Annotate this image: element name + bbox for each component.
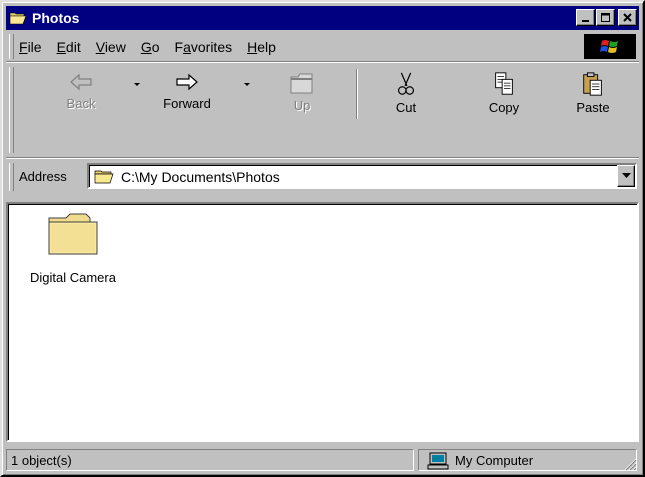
menu-label-post: elp <box>257 39 276 55</box>
menu-label-post: vorites <box>190 39 233 55</box>
toolbar-separator <box>356 69 358 119</box>
close-icon <box>622 12 632 22</box>
address-value: C:\My Documents\Photos <box>121 169 280 185</box>
copy-button[interactable]: Copy <box>480 71 528 115</box>
file-name: Digital Camera <box>30 270 116 285</box>
back-label: Back <box>66 96 96 111</box>
menu-label-post: ile <box>27 39 42 55</box>
standard-toolbar: Back Forward Up Cut Copy Paste <box>6 63 639 157</box>
menu-item[interactable]: Go <box>141 39 160 55</box>
menu-item[interactable]: Favorites <box>175 39 233 55</box>
folder-open-icon <box>9 11 27 25</box>
menu-access-key: F <box>19 39 28 55</box>
menu-access-key: V <box>95 39 105 55</box>
zone-label: My Computer <box>455 453 534 468</box>
maximize-button[interactable] <box>596 9 615 26</box>
folder-icon <box>48 213 98 255</box>
back-arrow-icon <box>70 73 92 91</box>
paste-label: Paste <box>576 100 610 115</box>
title-bar[interactable]: Photos <box>6 6 639 30</box>
windows-flag-icon <box>600 39 618 53</box>
cut-button[interactable]: Cut <box>386 71 426 115</box>
forward-dropdown-arrow[interactable] <box>244 83 250 86</box>
up-folder-icon <box>290 73 313 94</box>
menubar-grip[interactable] <box>9 34 14 59</box>
menu-item[interactable]: Help <box>247 39 276 55</box>
explorer-window: Photos FileEditViewGoFavoritesHelp <box>0 0 645 477</box>
menu-item[interactable]: View <box>96 39 126 55</box>
file-item[interactable]: Digital Camera <box>18 212 128 285</box>
back-dropdown-arrow[interactable] <box>134 83 140 86</box>
copy-label: Copy <box>488 100 520 115</box>
status-zone: My Computer <box>418 449 637 471</box>
toolbar-grip[interactable] <box>9 67 14 153</box>
up-label: Up <box>293 98 311 113</box>
paste-clipboard-icon <box>583 72 602 96</box>
address-input[interactable]: C:\My Documents\Photos <box>87 163 637 189</box>
up-button[interactable]: Up <box>282 71 322 115</box>
menu-access-key: E <box>56 39 66 55</box>
menu-label-pre: F <box>174 39 184 55</box>
close-button[interactable] <box>618 9 637 26</box>
status-bar: 1 object(s) My Computer <box>6 447 639 473</box>
menu-label-post: iew <box>104 39 126 55</box>
maximize-icon <box>600 12 610 22</box>
back-button[interactable]: Back <box>59 71 103 115</box>
menu-item[interactable]: File <box>19 39 42 55</box>
chevron-down-icon <box>621 173 631 178</box>
windows-logo <box>584 34 636 59</box>
copy-icon <box>495 72 513 95</box>
menu-access-key: H <box>247 39 258 55</box>
addressbar-grip[interactable] <box>9 163 14 191</box>
scissors-icon <box>397 72 415 95</box>
resize-grip-icon[interactable] <box>623 457 637 471</box>
forward-label: Forward <box>163 96 211 111</box>
my-computer-icon <box>427 452 449 473</box>
paste-button[interactable]: Paste <box>567 71 619 115</box>
menu-access-key: a <box>183 39 191 55</box>
folder-view[interactable]: Digital Camera <box>6 202 639 442</box>
address-label: Address <box>19 169 67 184</box>
menu-access-key: G <box>140 39 152 55</box>
cut-label: Cut <box>395 100 417 115</box>
menu-item[interactable]: Edit <box>57 39 81 55</box>
minimize-button[interactable] <box>576 9 595 26</box>
window-title: Photos <box>32 10 80 26</box>
forward-button[interactable]: Forward <box>149 71 225 115</box>
folder-open-icon <box>94 167 114 188</box>
status-count: 1 object(s) <box>6 449 414 471</box>
address-dropdown-button[interactable] <box>617 165 635 187</box>
menu-label-post: o <box>151 39 160 55</box>
minimize-icon <box>581 19 589 22</box>
forward-arrow-icon <box>176 73 198 91</box>
address-bar: Address C:\My Documents\Photos <box>6 159 639 195</box>
menu-label-post: dit <box>65 39 81 55</box>
menu-bar: File Edit View Go Favorites Help <box>6 32 639 61</box>
